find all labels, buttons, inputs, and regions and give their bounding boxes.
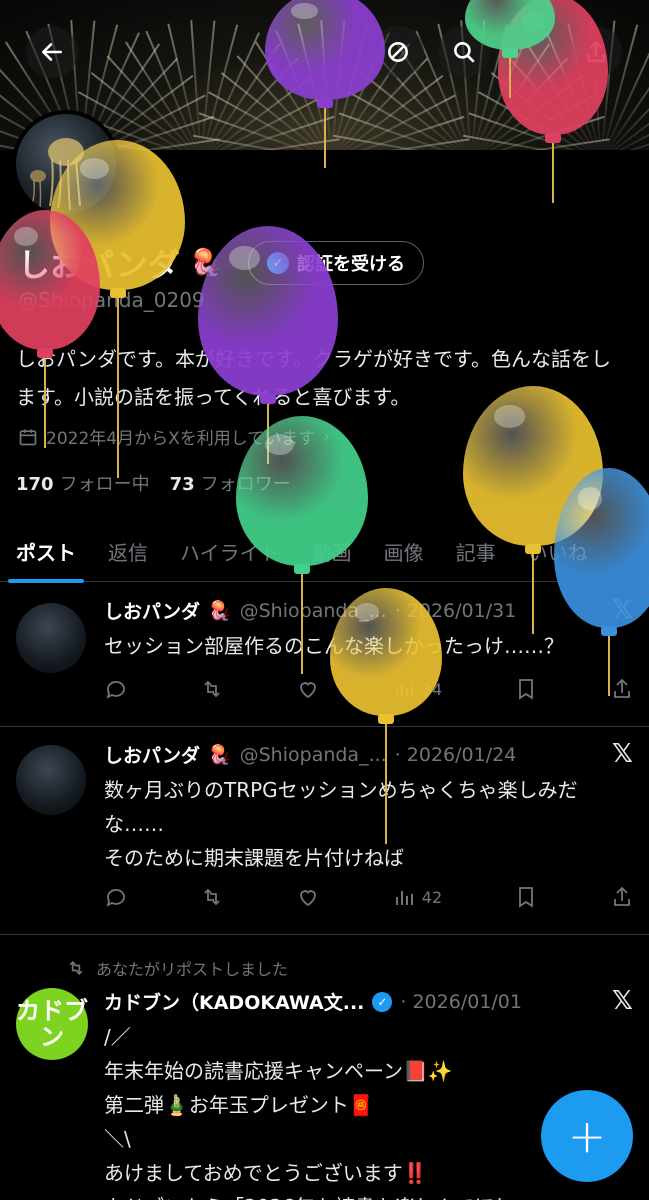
jellyfish-emoji: 🪼 [207, 744, 232, 766]
reply-button[interactable] [104, 885, 128, 909]
post-item[interactable]: しおパンダ 🪼 @Shiopanda_... · 2026/01/24 𝕏 数ヶ… [0, 727, 649, 935]
search-button[interactable] [438, 26, 490, 78]
heart-icon [299, 682, 316, 699]
search-icon [454, 42, 475, 63]
joined-date[interactable]: 2022年4月からXを利用しています › [18, 424, 330, 449]
profile-handle: @Shiopanda_0209 [18, 288, 205, 312]
share-icon [614, 678, 630, 698]
post-handle: @Shiopanda_... [239, 743, 387, 766]
x-logo-icon: 𝕏 [612, 595, 633, 625]
views-button[interactable]: 34 [392, 677, 442, 701]
tab-highlights[interactable]: ハイライト [164, 520, 296, 582]
post-author-name: しおパンダ [104, 745, 200, 767]
tab-videos[interactable]: 動画 [296, 520, 368, 582]
post-header: カドブン（KADOKAWA文... ✓ · 2026/01/01 [104, 988, 604, 1015]
followers-label: フォロワー [200, 474, 291, 495]
repost-icon [204, 680, 220, 698]
x-logo-icon: 𝕏 [612, 739, 633, 769]
arrow-left-icon [42, 43, 62, 61]
repost-button[interactable] [200, 677, 224, 701]
following-count: 170 [16, 474, 54, 495]
reply-button[interactable] [104, 677, 128, 701]
repost-indicator: あなたがリポストしました [66, 956, 288, 980]
share-post-button[interactable] [610, 677, 634, 701]
following-label: フォロー中 [59, 474, 150, 495]
post-header: しおパンダ 🪼 @Shiopanda_... · 2026/01/31 [104, 597, 604, 624]
bookmark-button[interactable] [514, 677, 538, 701]
tab-photos[interactable]: 画像 [368, 520, 440, 582]
reply-icon [106, 889, 125, 907]
repost-label: あなたがリポストしました [96, 960, 289, 979]
views-button[interactable]: 42 [392, 885, 442, 909]
post-handle: @Shiopanda_... [239, 599, 387, 622]
share-icon [587, 40, 605, 62]
followers-link[interactable]: 73 フォロワー [170, 470, 291, 496]
post-header: しおパンダ 🪼 @Shiopanda_... · 2026/01/24 [104, 741, 604, 768]
profile-name-row: しおパンダ 🪼 ✓ 認証を受ける [18, 240, 424, 286]
post-avatar[interactable] [16, 603, 86, 673]
joined-label: 2022年4月からXを利用しています [46, 429, 316, 449]
views-count: 42 [421, 887, 443, 907]
post-text: 数ヶ月ぶりのTRPGセッションめちゃくちゃ楽しみだな…… そのために期末課題を片… [104, 778, 578, 870]
bookmark-icon [519, 679, 533, 700]
following-link[interactable]: 170 フォロー中 [16, 470, 150, 496]
tab-articles[interactable]: 記事 [440, 520, 512, 582]
post-author-name: しおパンダ [104, 601, 200, 623]
verified-check-icon: ✓ [266, 252, 289, 274]
post-text: セッション部屋作るのこんな楽しかったっけ……？ [104, 634, 564, 658]
share-icon [614, 886, 630, 906]
post-actions: 34 [104, 677, 634, 701]
post-actions: 42 [104, 885, 634, 909]
views-icon [395, 683, 413, 697]
post-date: · 2026/01/24 [394, 743, 517, 766]
verified-badge-icon: ✓ [372, 991, 393, 1012]
tab-posts[interactable]: ポスト [0, 520, 92, 583]
profile-name: しおパンダ [18, 246, 180, 284]
get-verified-button[interactable]: ✓ 認証を受ける [247, 241, 424, 285]
share-post-button[interactable] [610, 885, 634, 909]
post-date: · 2026/01/31 [394, 599, 517, 622]
repost-button[interactable] [200, 885, 224, 909]
heart-icon [299, 890, 316, 907]
like-button[interactable] [296, 885, 320, 909]
followers-count: 73 [169, 474, 195, 495]
calendar-icon [19, 429, 37, 445]
compose-post-button[interactable]: + [541, 1090, 633, 1182]
like-button[interactable] [296, 677, 320, 701]
profile-bio: しおパンダです。本が好きです。クラゲが好きです。色んな話をします。小説の話を振っ… [16, 347, 611, 409]
profile-avatar[interactable] [12, 110, 120, 218]
views-count: 34 [421, 679, 443, 699]
profile-tabs: ポスト 返信 ハイライト 動画 画像 記事 いいね [0, 520, 649, 583]
jellyfish-emoji: 🪼 [207, 600, 232, 622]
repost-icon [204, 888, 220, 906]
bookmark-icon [519, 887, 533, 908]
post-item[interactable]: しおパンダ 🪼 @Shiopanda_... · 2026/01/31 𝕏 セッ… [0, 583, 649, 727]
jellyfish-image [30, 138, 84, 211]
no-sign-icon [388, 42, 408, 62]
mute-button[interactable] [372, 26, 424, 78]
tab-replies[interactable]: 返信 [92, 520, 164, 582]
bookmark-button[interactable] [514, 885, 538, 909]
post-author-name: カドブン（KADOKAWA文... [104, 992, 365, 1014]
share-button[interactable] [570, 26, 622, 78]
views-icon [395, 891, 413, 905]
reply-icon [106, 681, 125, 699]
chevron-right-icon: › [323, 426, 331, 447]
x-logo-icon: 𝕏 [612, 986, 633, 1016]
get-verified-label: 認証を受ける [296, 254, 405, 275]
back-button[interactable] [26, 26, 78, 78]
tab-likes[interactable]: いいね [512, 520, 604, 582]
post-avatar[interactable] [16, 745, 86, 815]
post-avatar[interactable]: カドブン [16, 988, 88, 1060]
follow-stats: 170 フォロー中 73 フォロワー [16, 470, 291, 496]
post-date: · 2026/01/01 [400, 990, 522, 1013]
jellyfish-emoji: 🪼 [189, 248, 222, 278]
repost-icon [69, 960, 83, 976]
